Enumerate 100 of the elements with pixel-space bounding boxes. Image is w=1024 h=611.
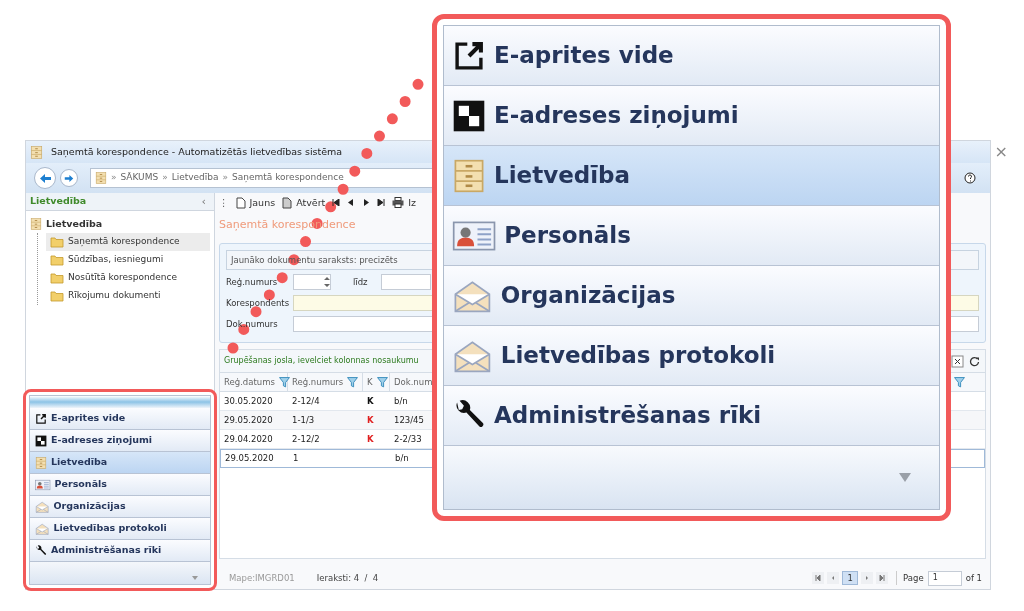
drawer-cabinet-icon [452, 158, 486, 193]
table-cell-text: b/n [393, 394, 409, 408]
table-cell-text: 29.05.2020 [224, 452, 275, 466]
nav-menu-item[interactable]: Lietvedība [30, 452, 210, 474]
nav-menu-item[interactable]: Organizācijas [30, 496, 210, 518]
nav-menu-item[interactable]: E-adreses ziņojumi [30, 430, 210, 452]
filter-icon[interactable] [278, 376, 290, 388]
dropdown-triangle-icon[interactable] [899, 473, 911, 482]
collapse-button[interactable]: ‹ [197, 196, 210, 207]
number-input[interactable] [293, 274, 331, 291]
toolbar-grip: ⋮ [219, 195, 229, 210]
page-input[interactable]: 1 [927, 570, 962, 586]
table-cell-text: 123/45 [393, 413, 425, 427]
envelope-icon [452, 278, 493, 313]
breadcrumb-link[interactable]: SĀKUMS [120, 171, 159, 185]
back-arrow-icon [38, 172, 52, 184]
folder-label: Mape:IMGRD01 [229, 571, 295, 585]
field-label: Reģ.numurs [226, 276, 278, 289]
column-header[interactable]: K [363, 373, 390, 392]
folder-icon [50, 236, 64, 248]
nav-menu-item[interactable]: Administrēšanas rīki [30, 540, 210, 562]
tree-item[interactable]: Rīkojumu dokumenti [46, 287, 210, 305]
drawer-cabinet-icon [30, 145, 43, 159]
table-cell-text: 30.05.2020 [223, 394, 274, 408]
panel-title: Lietvedība [30, 194, 87, 209]
tree-item[interactable]: Nosūtītā korespondence [46, 269, 210, 287]
page-label: Page [903, 571, 924, 585]
printer-icon [392, 197, 405, 209]
help-icon[interactable] [964, 172, 976, 184]
contact-card-icon [35, 478, 51, 491]
nav-menu-item[interactable]: E-aprites vide [30, 408, 210, 430]
filter-icon[interactable] [347, 376, 359, 388]
forward-button[interactable] [60, 169, 78, 187]
nav-menu-item[interactable]: E-adreses ziņojumi [444, 86, 939, 146]
nav-menu-item[interactable]: Organizācijas [444, 266, 939, 326]
nav-menu-item[interactable]: Lietvedība [444, 146, 939, 206]
folder-icon [50, 254, 64, 266]
document-icon [235, 197, 246, 209]
table-cell: K [367, 394, 374, 408]
page-total: of 1 [965, 571, 982, 585]
group-hint: Grupēšanas josla, ievelciet kolonnas nosaukumu [224, 355, 419, 368]
nav-menu-item[interactable]: E-aprites vide [444, 26, 939, 86]
column-header[interactable]: Reģ.datums [220, 373, 288, 392]
nav-menu-item[interactable]: Lietvedības protokoli [30, 518, 210, 540]
last-page-icon[interactable] [377, 199, 386, 207]
tree-item[interactable]: Lietvedība [30, 215, 210, 233]
envelope-icon [452, 338, 493, 373]
drawer-cabinet-icon [35, 456, 47, 469]
table-cell-text: 2-2/33 [393, 432, 423, 446]
dropdown-triangle-icon[interactable] [192, 576, 198, 580]
nav-menu-item[interactable]: Personāls [444, 206, 939, 266]
breadcrumb-separator: » [162, 171, 168, 185]
spinner-icon[interactable] [324, 275, 330, 290]
toolbar-button[interactable]: Jauns [235, 195, 276, 211]
record-count: Ieraksti: 4 / 4 [316, 571, 379, 585]
table-cell-text: 2-12/2 [291, 432, 321, 446]
nav-menu-item[interactable]: Personāls [30, 474, 210, 496]
wrench-icon [35, 544, 47, 557]
nav-menu-item[interactable]: Lietvedības protokoli [444, 326, 939, 386]
nav-menu-item[interactable]: Administrēšanas rīki [444, 386, 939, 446]
field-label: Korespondents [226, 297, 290, 310]
table-cell-text: 1-1/3 [291, 413, 316, 427]
drawer-cabinet-icon [95, 172, 107, 184]
table-cell-text: 29.04.2020 [223, 432, 274, 446]
drawer-cabinet-icon [30, 218, 42, 230]
field-label: Dok.numurs [226, 318, 278, 331]
page-number-button[interactable]: 1 [842, 571, 859, 585]
next-icon[interactable] [362, 199, 371, 207]
table-cell-text: 29.05.2020 [223, 413, 274, 427]
window-title: Saņemtā korespondence - Automatizētās lietvedības sistēma [51, 144, 343, 160]
folder-icon [50, 272, 64, 284]
refresh-icon[interactable] [968, 354, 981, 368]
tree-item[interactable]: Sūdzības, iesniegumi [46, 251, 210, 269]
envelope-icon [35, 500, 50, 513]
checkered-square-icon [35, 434, 47, 447]
breadcrumb-link[interactable]: Saņemtā korespondence [232, 171, 344, 185]
table-cell: K [367, 432, 374, 446]
toolbar-button[interactable]: Atvērt [282, 195, 326, 211]
table-cell-text: 2-12/4 [291, 394, 321, 408]
close-button[interactable]: × [994, 144, 1008, 160]
previous-icon[interactable] [347, 199, 356, 207]
envelope-icon [35, 522, 50, 535]
number-input[interactable] [381, 274, 431, 291]
checkered-square-icon [452, 98, 486, 133]
document-icon [282, 197, 293, 209]
field-label: līdz [353, 276, 369, 289]
table-cell: K [367, 413, 374, 427]
spreadsheet-icon[interactable] [951, 354, 964, 368]
filter-icon[interactable] [954, 376, 965, 388]
tree-item[interactable]: Saņemtā korespondence [46, 233, 210, 251]
column-header[interactable]: Reģ.numurs [288, 373, 363, 392]
first-page-icon[interactable] [332, 199, 341, 207]
back-button[interactable] [34, 167, 56, 189]
external-link-icon [35, 412, 47, 425]
table-cell-text: 1 [292, 452, 300, 466]
print-button[interactable]: Iz [392, 195, 417, 211]
breadcrumb-link[interactable]: Lietvedība [171, 171, 219, 185]
forward-arrow-icon [64, 173, 74, 183]
breadcrumb-separator: » [111, 171, 117, 185]
filter-icon[interactable] [376, 376, 388, 388]
